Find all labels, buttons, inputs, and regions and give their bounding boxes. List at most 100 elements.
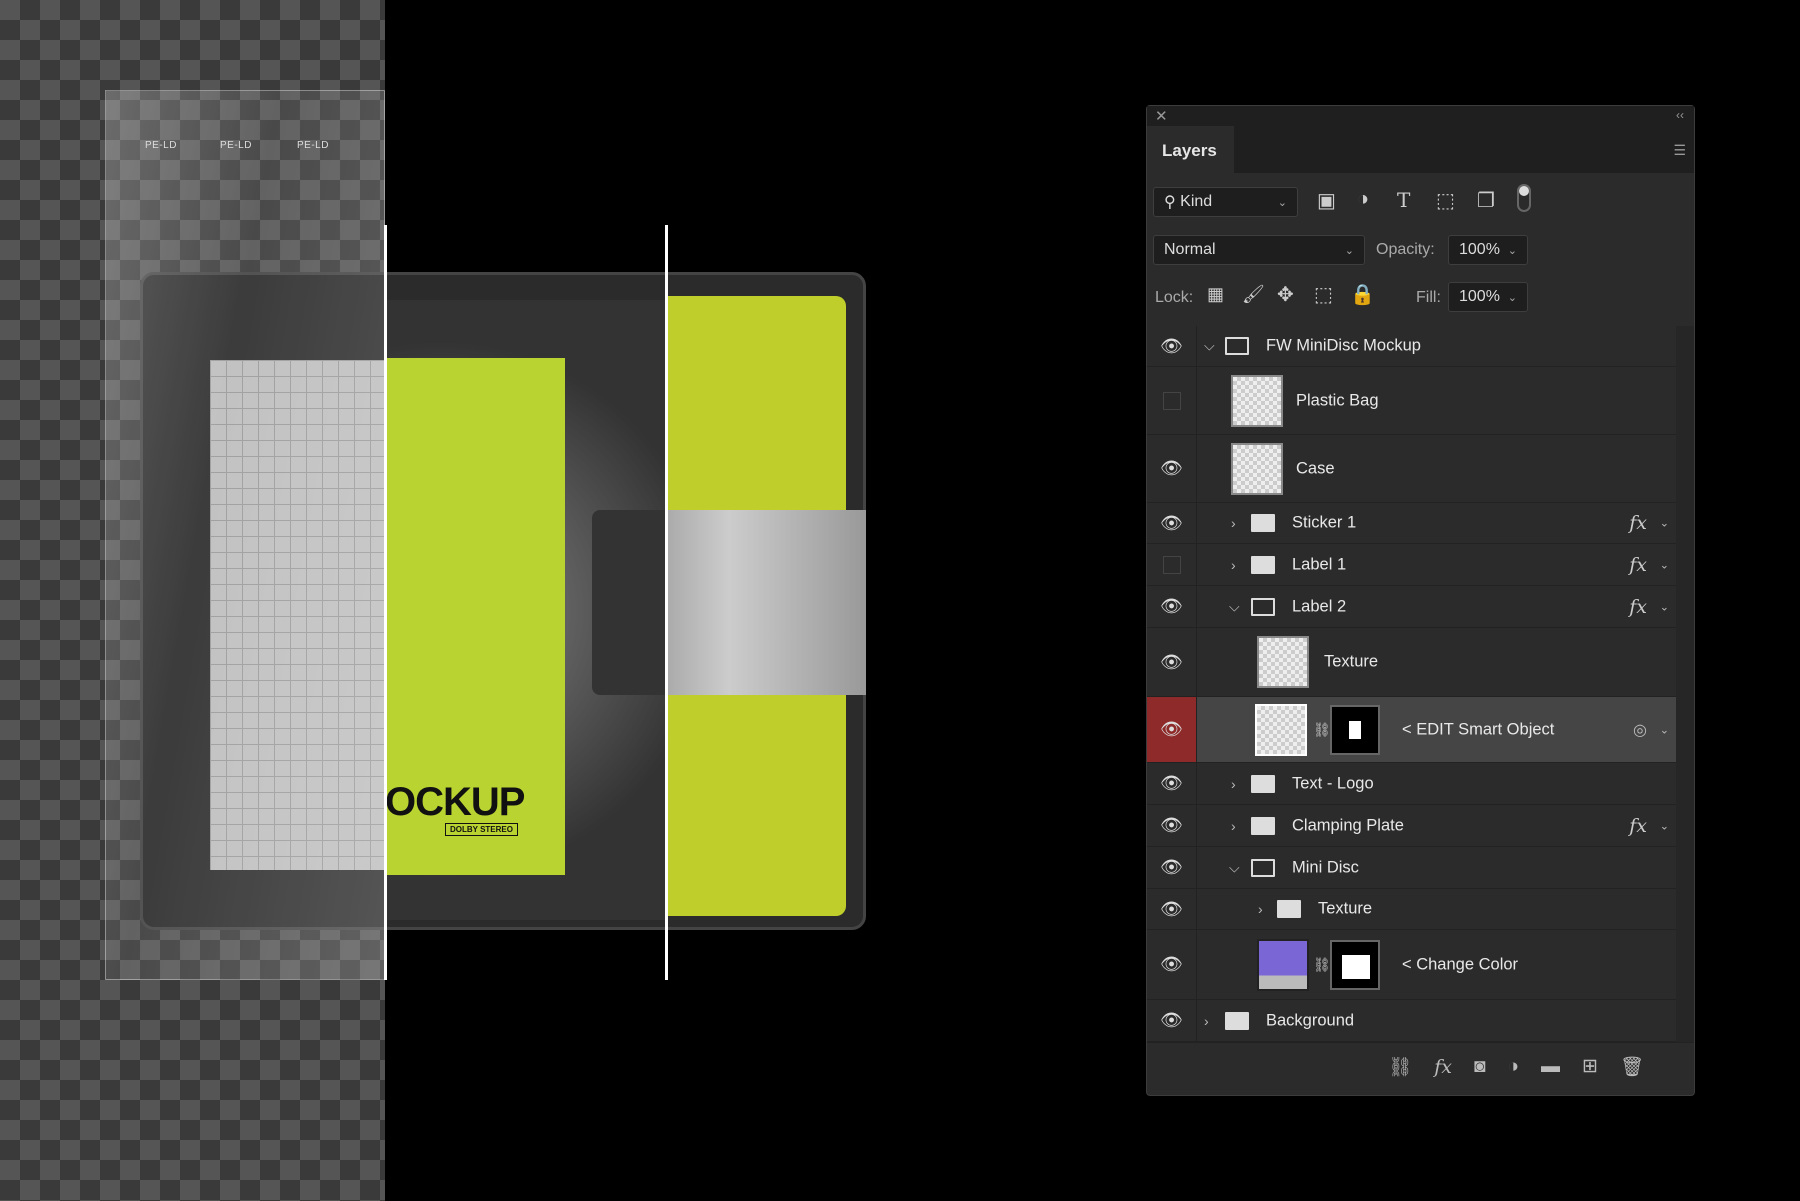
fill-input[interactable]: 100% ⌄ [1448, 282, 1528, 312]
layer-sticker-1[interactable]: 👁 › Sticker 1 fx ⌄ [1147, 503, 1677, 544]
lock-move-icon[interactable]: ✥ [1277, 282, 1294, 307]
layer-texture-group[interactable]: 👁 › Texture [1147, 889, 1677, 930]
filter-toggle[interactable] [1517, 184, 1531, 212]
eye-icon[interactable]: 👁 [1147, 930, 1197, 999]
chevron-down-icon[interactable]: ⌵ [1229, 859, 1240, 876]
double-chevron-left-icon[interactable]: ‹‹ [1676, 108, 1684, 122]
blend-mode-select[interactable]: Normal ⌄ [1153, 235, 1365, 265]
fx-icon[interactable]: fx [1629, 512, 1647, 534]
visibility-toggle-off[interactable] [1147, 367, 1197, 434]
chevron-down-icon[interactable]: ⌄ [1508, 244, 1517, 257]
eye-icon[interactable]: 👁 [1147, 847, 1197, 888]
eye-icon[interactable]: 👁 [1147, 889, 1197, 929]
plastic-bag [105, 90, 385, 980]
trash-icon[interactable]: 🗑 [1620, 1055, 1644, 1079]
lock-paint-brush-icon[interactable]: 🖌 [1242, 284, 1265, 305]
eye-icon[interactable]: 👁 [1147, 326, 1197, 366]
layer-mask-thumbnail[interactable] [1330, 939, 1380, 990]
new-layer-icon[interactable]: ⊞ [1582, 1055, 1598, 1078]
smart-filter-icon[interactable]: ◎ [1633, 720, 1647, 740]
layer-edit-smart-object[interactable]: 👁 ⛓ < EDIT Smart Object ◎ ⌄ [1147, 697, 1677, 763]
filter-kind-select[interactable]: ⚲ Kind ⌄ [1153, 187, 1298, 217]
chevron-right-icon[interactable]: › [1204, 1013, 1209, 1029]
fill-value: 100% [1459, 288, 1500, 305]
layer-name: Background [1266, 1011, 1355, 1029]
layer-name: Sticker 1 [1292, 513, 1357, 532]
chevron-right-icon[interactable]: › [1231, 557, 1236, 573]
eye-icon[interactable]: 👁 [1147, 697, 1197, 762]
chevron-down-icon[interactable]: ⌄ [1660, 819, 1669, 832]
chevron-down-icon[interactable]: ⌄ [1660, 517, 1669, 530]
eye-icon[interactable]: 👁 [1147, 435, 1197, 502]
chevron-right-icon[interactable]: › [1231, 818, 1236, 834]
lock-all-icon[interactable]: 🔒 [1350, 282, 1375, 307]
lock-artboard-icon[interactable]: ⬚ [1314, 282, 1333, 307]
layer-fw-minidisc-mockup[interactable]: 👁 ⌵ FW MiniDisc Mockup [1147, 326, 1677, 367]
chevron-down-icon[interactable]: ⌄ [1660, 558, 1669, 571]
add-layer-style-fx-icon[interactable]: fx [1434, 1056, 1452, 1078]
fill-color-thumbnail[interactable] [1257, 938, 1309, 991]
layer-name: FW MiniDisc Mockup [1266, 336, 1421, 355]
chevron-down-icon[interactable]: ⌄ [1660, 600, 1669, 613]
visibility-toggle-off[interactable] [1147, 544, 1197, 585]
layers-footer-toolbar: ⛓ fx ◙ ◑ ▬ ⊞ 🗑 [1147, 1042, 1694, 1090]
folder-icon [1251, 555, 1275, 574]
layer-name: Label 2 [1292, 597, 1347, 615]
chevron-right-icon[interactable]: › [1231, 776, 1236, 792]
layer-name: < Change Color [1402, 955, 1519, 973]
chevron-down-icon[interactable]: ⌵ [1204, 338, 1215, 355]
chevron-down-icon[interactable]: ⌄ [1508, 291, 1517, 304]
layer-name: Texture [1324, 652, 1379, 671]
layer-clamping-plate[interactable]: 👁 › Clamping Plate fx ⌄ [1147, 805, 1677, 847]
layer-mask-thumbnail[interactable] [1330, 704, 1380, 755]
hamburger-menu-icon[interactable]: ☰ [1673, 142, 1686, 159]
layer-text-logo[interactable]: 👁 › Text - Logo [1147, 763, 1677, 805]
layer-mini-disc[interactable]: 👁 ⌵ Mini Disc [1147, 847, 1677, 889]
eye-icon[interactable]: 👁 [1147, 1000, 1197, 1041]
chevron-down-icon: ⌄ [1344, 244, 1354, 257]
divider-line-left [384, 225, 387, 980]
add-mask-icon[interactable]: ◙ [1474, 1056, 1485, 1078]
lock-transparency-icon[interactable]: ▦ [1207, 284, 1224, 305]
eye-icon[interactable]: 👁 [1147, 628, 1197, 696]
fx-icon[interactable]: fx [1629, 596, 1647, 618]
lock-label: Lock: [1155, 289, 1194, 306]
bag-print: PE-LD [220, 140, 252, 151]
tab-layers[interactable]: Layers [1147, 126, 1234, 173]
fx-icon[interactable]: fx [1629, 815, 1647, 837]
layers-scrollbar[interactable] [1676, 326, 1694, 1042]
eye-icon[interactable]: 👁 [1147, 763, 1197, 804]
opacity-input[interactable]: 100% ⌄ [1448, 235, 1528, 265]
folder-open-icon [1225, 337, 1249, 355]
layer-texture[interactable]: 👁 Texture [1147, 628, 1677, 697]
layer-change-color[interactable]: 👁 ⛓ < Change Color [1147, 930, 1677, 1000]
link-layers-icon[interactable]: ⛓ [1388, 1055, 1412, 1079]
shape-filter-icon[interactable]: ⬚ [1436, 188, 1455, 213]
chain-link-icon[interactable]: ⛓ [1313, 956, 1331, 973]
chain-link-icon[interactable]: ⛓ [1313, 721, 1331, 738]
layer-background[interactable]: 👁 › Background [1147, 1000, 1677, 1042]
smart-object-filter-icon[interactable]: ❐ [1477, 188, 1495, 213]
eye-icon[interactable]: 👁 [1147, 503, 1197, 543]
fx-icon[interactable]: fx [1629, 554, 1647, 576]
layer-label-2[interactable]: 👁 ⌵ Label 2 fx ⌄ [1147, 586, 1677, 628]
chevron-right-icon[interactable]: › [1231, 515, 1236, 531]
opacity-label: Opacity: [1376, 241, 1435, 258]
layer-plastic-bag[interactable]: Plastic Bag [1147, 367, 1677, 435]
type-filter-icon[interactable]: T [1397, 188, 1410, 212]
eye-icon[interactable]: 👁 [1147, 805, 1197, 846]
layer-label-1[interactable]: › Label 1 fx ⌄ [1147, 544, 1677, 586]
chevron-right-icon[interactable]: › [1258, 901, 1263, 917]
new-group-folder-icon[interactable]: ▬ [1541, 1056, 1560, 1078]
chevron-down-icon[interactable]: ⌄ [1660, 723, 1669, 736]
adjustment-filter-icon[interactable]: ◑ [1357, 188, 1369, 211]
folder-icon [1277, 900, 1301, 918]
eye-icon[interactable]: 👁 [1147, 586, 1197, 627]
chevron-down-icon[interactable]: ⌵ [1229, 598, 1240, 615]
new-adjustment-layer-icon[interactable]: ◑ [1507, 1056, 1518, 1078]
close-icon[interactable]: ✕ [1155, 107, 1168, 125]
folder-icon [1251, 774, 1275, 793]
image-filter-icon[interactable]: ▣ [1317, 188, 1336, 213]
layer-case[interactable]: 👁 Case [1147, 435, 1677, 503]
filter-kind-label: Kind [1180, 193, 1213, 210]
